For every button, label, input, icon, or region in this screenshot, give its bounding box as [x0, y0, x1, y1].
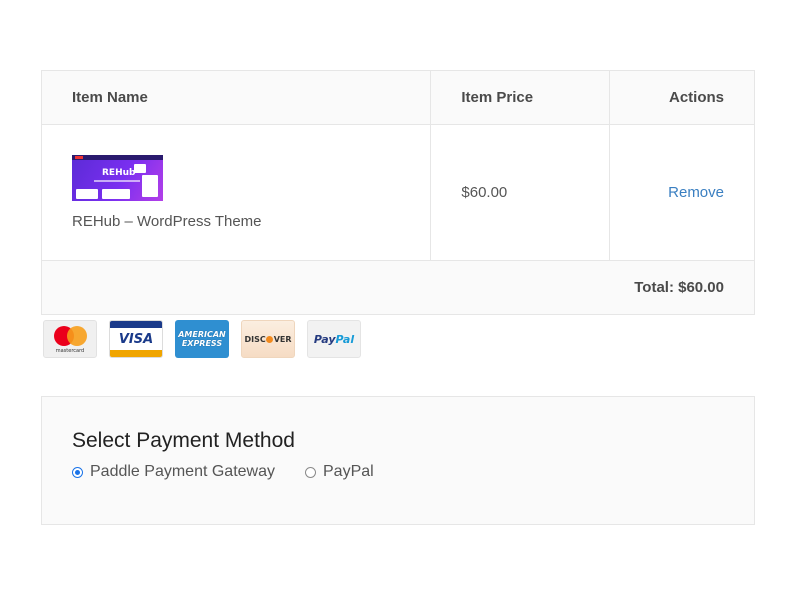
amex-label: AMERICAN EXPRESS: [178, 330, 226, 348]
mastercard-circles: [54, 326, 88, 346]
header-item-name: Item Name: [40, 70, 432, 125]
thumbnail-screen: [102, 189, 130, 199]
payment-method-title: Select Payment Method: [72, 429, 295, 452]
cart-total-row: Total: $60.00: [41, 260, 755, 315]
thumbnail-screen: [134, 164, 146, 173]
cart-header-row: Item Name Item Price Actions: [40, 70, 756, 125]
mastercard-label: mastercard: [55, 348, 85, 354]
amex-label-line1: AMERICAN: [178, 330, 226, 339]
table-row: REHub REHub – WordPress Theme $60.00 Rem…: [40, 124, 756, 261]
visa-stripe-bottom: [110, 350, 162, 357]
visa-icon: VISA: [109, 320, 163, 358]
thumbnail-topbar: [72, 155, 163, 160]
radio-paypal[interactable]: [305, 466, 316, 478]
item-cell: REHub REHub – WordPress Theme: [40, 124, 432, 261]
radio-paddle[interactable]: [72, 466, 83, 478]
discover-icon: DISC VER: [241, 320, 295, 358]
cart-table: Item Name Item Price Actions REHub REHub…: [40, 70, 756, 315]
payment-option-paddle[interactable]: Paddle Payment Gateway: [72, 463, 275, 481]
paypal-icon: PayPal: [307, 320, 361, 358]
discover-label-start: DISC: [244, 334, 266, 344]
mastercard-circle-orange: [67, 326, 87, 346]
thumbnail-screen: [142, 175, 158, 197]
payment-option-label: Paddle Payment Gateway: [90, 463, 275, 480]
thumbnail-tagline: [94, 180, 140, 182]
payment-method-box: Select Payment Method Paddle Payment Gat…: [41, 396, 755, 525]
header-item-price: Item Price: [430, 70, 610, 125]
header-actions: Actions: [608, 70, 756, 125]
thumbnail-logo: REHub: [102, 168, 136, 178]
discover-label: DISC VER: [244, 335, 291, 344]
item-actions: Remove: [608, 124, 756, 261]
mastercard-icon: mastercard: [43, 320, 97, 358]
paypal-label-pay: Pay: [313, 332, 336, 346]
product-thumbnail[interactable]: REHub: [72, 155, 163, 201]
payment-option-label: PayPal: [323, 463, 374, 480]
cart-total: Total: $60.00: [41, 260, 755, 315]
item-price: $60.00: [430, 124, 610, 261]
thumbnail-badge: [75, 156, 83, 159]
payment-cards: mastercard VISA AMERICAN EXPRESS DISC VER…: [43, 320, 361, 358]
payment-options: Paddle Payment Gateway PayPal: [72, 463, 724, 481]
amex-icon: AMERICAN EXPRESS: [175, 320, 229, 358]
visa-stripe-top: [110, 321, 162, 328]
discover-label-end: VER: [273, 334, 292, 344]
remove-link[interactable]: Remove: [668, 184, 724, 201]
thumbnail-screen: [76, 189, 98, 199]
visa-label: VISA: [118, 331, 154, 347]
amex-label-line2: EXPRESS: [181, 339, 223, 348]
item-name: REHub – WordPress Theme: [72, 213, 262, 230]
paypal-label-pal: Pal: [335, 332, 355, 346]
paypal-label: PayPal: [314, 333, 354, 346]
discover-dot: [266, 335, 274, 343]
checkout-page: Item Name Item Price Actions REHub REHub…: [0, 0, 800, 600]
payment-option-paypal[interactable]: PayPal: [305, 463, 374, 481]
